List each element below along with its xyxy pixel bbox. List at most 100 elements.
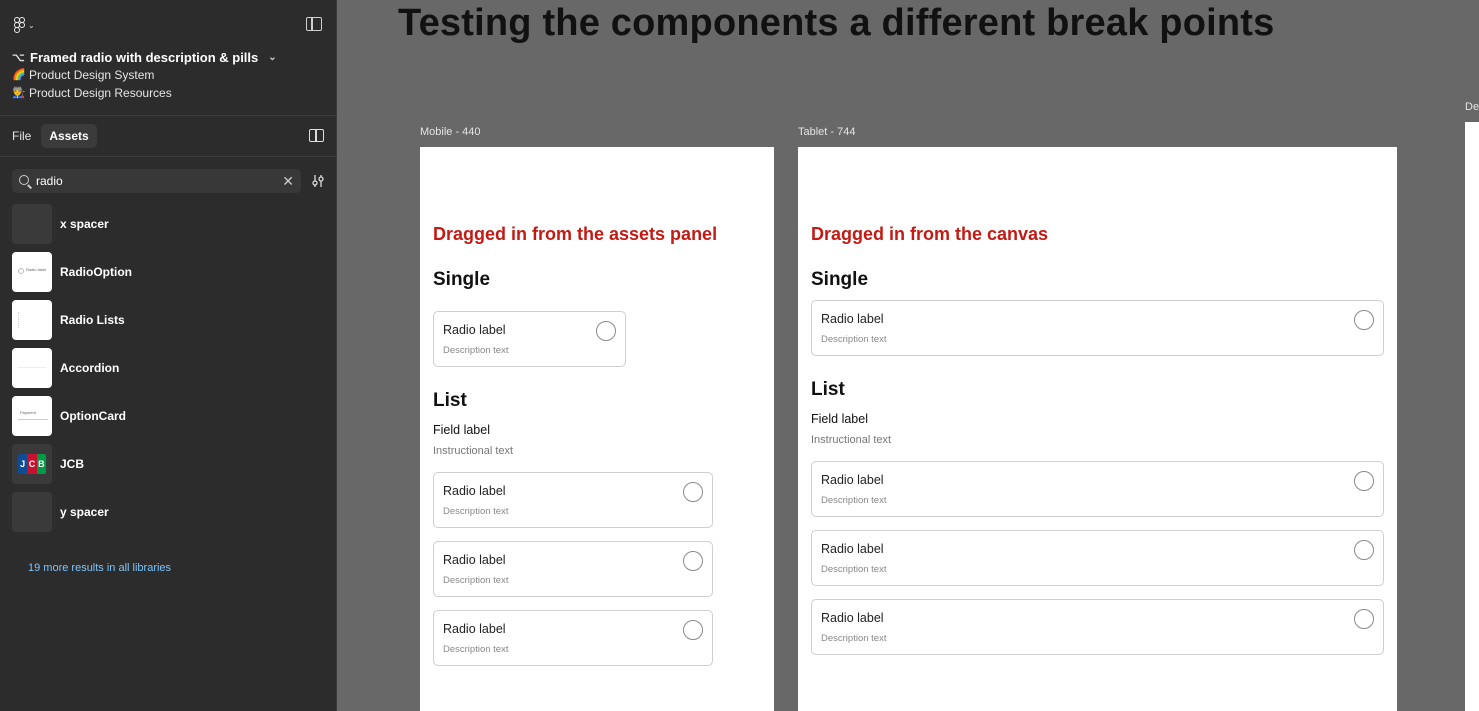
radio-card[interactable]: Radio label Description text xyxy=(433,311,626,367)
radio-description: Description text xyxy=(443,644,509,655)
asset-item[interactable]: y spacer xyxy=(12,492,312,532)
list-heading: List xyxy=(811,379,845,400)
asset-label: RadioOption xyxy=(60,265,132,279)
radio-label: Radio label xyxy=(821,312,884,326)
instructional-text: Instructional text xyxy=(811,434,892,446)
list-preview-icon xyxy=(18,312,28,328)
radio-card[interactable]: Radio label Description text xyxy=(433,541,713,597)
radio-label: Radio label xyxy=(821,542,884,556)
tab-assets[interactable]: Assets xyxy=(41,124,97,148)
radio-button[interactable] xyxy=(1354,310,1374,330)
asset-search: ✕ xyxy=(12,169,301,193)
radio-card[interactable]: Radio label Description text xyxy=(811,530,1384,586)
frame-heading: Dragged in from the canvas xyxy=(811,224,1049,244)
jcb-letter: C xyxy=(27,454,37,474)
radio-label: Radio label xyxy=(821,473,884,487)
radio-button[interactable] xyxy=(683,551,703,571)
chevron-down-icon[interactable]: ⌄ xyxy=(268,52,276,63)
radio-icon xyxy=(18,268,24,274)
field-label: Field label xyxy=(811,412,868,426)
thumbnail-text: Payment xyxy=(20,410,36,415)
asset-label: x spacer xyxy=(60,217,109,231)
single-heading: Single xyxy=(433,269,491,290)
thumbnail-text: Radio label xyxy=(26,267,47,272)
asset-thumbnail: J C B xyxy=(12,444,52,484)
radio-description: Description text xyxy=(821,633,887,644)
radio-button[interactable] xyxy=(1354,471,1374,491)
asset-item[interactable]: Payment OptionCard xyxy=(12,396,312,436)
mobile-frame[interactable]: Dragged in from the assets panel Single … xyxy=(420,147,774,711)
field-label: Field label xyxy=(433,423,490,437)
divider xyxy=(0,115,337,116)
asset-thumbnail xyxy=(12,204,52,244)
asset-thumbnail: Payment xyxy=(12,396,52,436)
radio-button[interactable] xyxy=(596,321,616,341)
search-icon xyxy=(19,175,29,185)
radio-card[interactable]: Radio label Description text xyxy=(433,610,713,666)
asset-label: JCB xyxy=(60,457,85,471)
asset-item[interactable]: Radio label RadioOption xyxy=(12,252,312,292)
rainbow-icon: 🌈 xyxy=(12,69,26,81)
radio-button[interactable] xyxy=(683,482,703,502)
library-row[interactable]: 👨‍🏭 Product Design Resources xyxy=(12,84,322,102)
file-name-row[interactable]: ⌥ Framed radio with description & pills … xyxy=(12,48,322,66)
list-heading: List xyxy=(433,390,467,411)
tablet-frame[interactable]: Dragged in from the canvas Single Radio … xyxy=(798,147,1397,711)
frame-label[interactable]: Mobile - 440 xyxy=(420,126,481,138)
panel-top-bar: ⌄ xyxy=(12,14,322,34)
asset-item[interactable]: Accordion xyxy=(12,348,312,388)
frame-label[interactable]: De xyxy=(1465,101,1479,113)
radio-description: Description text xyxy=(443,345,509,356)
main-menu-button[interactable]: ⌄ xyxy=(14,16,36,34)
library-book-icon[interactable] xyxy=(309,129,324,142)
frame-heading: Dragged in from the assets panel xyxy=(433,224,718,244)
file-info: ⌥ Framed radio with description & pills … xyxy=(12,48,322,102)
asset-item[interactable]: x spacer xyxy=(12,204,312,244)
jcb-logo-icon: J C B xyxy=(18,454,46,474)
radio-button[interactable] xyxy=(1354,540,1374,560)
close-icon[interactable]: ✕ xyxy=(282,173,294,189)
divider xyxy=(0,156,337,157)
panel-tabs: File Assets xyxy=(4,124,97,148)
desktop-frame[interactable] xyxy=(1465,122,1479,711)
filter-settings-icon[interactable] xyxy=(311,174,325,188)
radio-card[interactable]: Radio label Description text xyxy=(811,300,1384,356)
asset-label: Accordion xyxy=(60,361,120,375)
radio-card[interactable]: Radio label Description text xyxy=(811,599,1384,655)
tab-file[interactable]: File xyxy=(4,124,39,148)
asset-item[interactable]: J C B JCB xyxy=(12,444,312,484)
radio-label: Radio label xyxy=(443,553,506,567)
frame-label[interactable]: Tablet - 744 xyxy=(798,126,855,138)
radio-card[interactable]: Radio label Description text xyxy=(811,461,1384,517)
asset-thumbnail xyxy=(12,300,52,340)
radio-button[interactable] xyxy=(683,620,703,640)
radio-label: Radio label xyxy=(443,323,506,337)
library-row[interactable]: 🌈 Product Design System xyxy=(12,66,322,84)
asset-item[interactable]: Radio Lists xyxy=(12,300,312,340)
radio-button[interactable] xyxy=(1354,609,1374,629)
radio-label: Radio label xyxy=(443,484,506,498)
jcb-letter: J xyxy=(18,454,28,474)
chevron-down-icon: ⌄ xyxy=(28,20,35,30)
radio-card[interactable]: Radio label Description text xyxy=(433,472,713,528)
single-heading: Single xyxy=(811,269,869,290)
branch-icon: ⌥ xyxy=(12,51,25,64)
radio-description: Description text xyxy=(443,506,509,517)
asset-results: x spacer Radio label RadioOption Radio L… xyxy=(12,204,312,540)
radio-description: Description text xyxy=(821,334,887,345)
file-name: Framed radio with description & pills xyxy=(30,49,259,65)
radio-description: Description text xyxy=(821,495,887,506)
toggle-panel-icon[interactable] xyxy=(306,17,322,31)
asset-label: Radio Lists xyxy=(60,313,125,327)
radio-description: Description text xyxy=(443,575,509,586)
left-panel: ⌄ ⌥ Framed radio with description & pill… xyxy=(0,0,337,711)
search-input[interactable] xyxy=(36,169,276,193)
more-results-link[interactable]: 19 more results in all libraries xyxy=(28,562,171,574)
jcb-letter: B xyxy=(36,454,46,474)
asset-thumbnail xyxy=(12,348,52,388)
canvas-title: Testing the components a different break… xyxy=(398,2,1275,44)
asset-thumbnail xyxy=(12,492,52,532)
radio-description: Description text xyxy=(821,564,887,575)
radio-label: Radio label xyxy=(821,611,884,625)
library-name: Product Design Resources xyxy=(29,86,172,100)
